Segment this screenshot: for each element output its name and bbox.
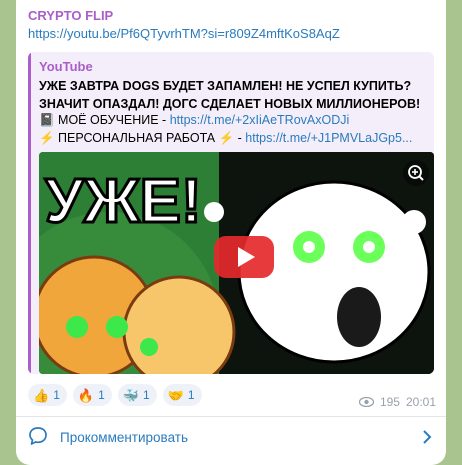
reactions-bar: 👍 1 🔥 1 🐳 1 🤝 1 [28,384,202,406]
preview-description-line: 📓 МОЁ ОБУЧЕНИЕ - https://t.me/+2xIiAeTRo… [39,113,349,128]
preview-line-text: ⚡ ПЕРСОНАЛЬНАЯ РАБОТА ⚡ - [39,131,246,145]
preview-line-text: 📓 МОЁ ОБУЧЕНИЕ - [39,113,170,127]
preview-site-name: YouTube [39,59,93,74]
reaction-whale[interactable]: 🐳 1 [117,384,157,406]
handshake-icon: 🤝 [167,387,184,403]
eye-icon [358,397,374,407]
message-meta: 195 20:01 [358,395,436,409]
preview-title: УЖЕ ЗАВТРА DOGS БУДЕТ ЗАПАМЛЕН! НЕ УСПЕЛ… [39,79,421,111]
expand-icon[interactable] [403,160,429,186]
reaction-count: 1 [53,388,60,402]
chevron-right-icon [423,430,432,444]
link-preview[interactable]: YouTube УЖЕ ЗАВТРА DOGS БУДЕТ ЗАПАМЛЕН! … [28,52,434,374]
reaction-count: 1 [187,388,195,402]
preview-inline-link[interactable]: https://t.me/+2xIiAeTRovAxODJi [170,113,350,127]
whale-icon: 🐳 [122,387,139,403]
comment-button[interactable]: Прокомментировать [16,417,446,457]
reaction-thumbs-up[interactable]: 👍 1 [28,384,67,406]
reaction-fire[interactable]: 🔥 1 [72,384,112,406]
video-thumbnail[interactable]: УЖЕ! [39,152,434,374]
view-count: 195 [379,395,400,409]
preview-inline-link[interactable]: https://t.me/+J1PMVLaJGp5... [245,131,412,145]
message-bubble: CRYPTO FLIP https://youtu.be/Pf6QTyvrhTM… [16,0,446,465]
thumbnail-title-text: УЖЕ! [45,167,202,236]
thumbs-up-icon: 👍 [33,387,50,403]
message-link[interactable]: https://youtu.be/Pf6QTyvrhTM?si=r809Z4mf… [28,26,340,41]
reaction-handshake[interactable]: 🤝 1 [162,384,202,406]
reaction-count: 1 [98,388,105,402]
comment-icon [29,427,47,445]
comment-label: Прокомментировать [60,429,188,445]
preview-accent-bar [28,52,31,374]
fire-icon: 🔥 [77,387,95,403]
message-time: 20:01 [405,395,436,409]
reaction-count: 1 [142,388,150,402]
preview-description-line: ⚡ ПЕРСОНАЛЬНАЯ РАБОТА ⚡ - https://t.me/+… [39,131,412,146]
channel-name[interactable]: CRYPTO FLIP [28,8,113,23]
